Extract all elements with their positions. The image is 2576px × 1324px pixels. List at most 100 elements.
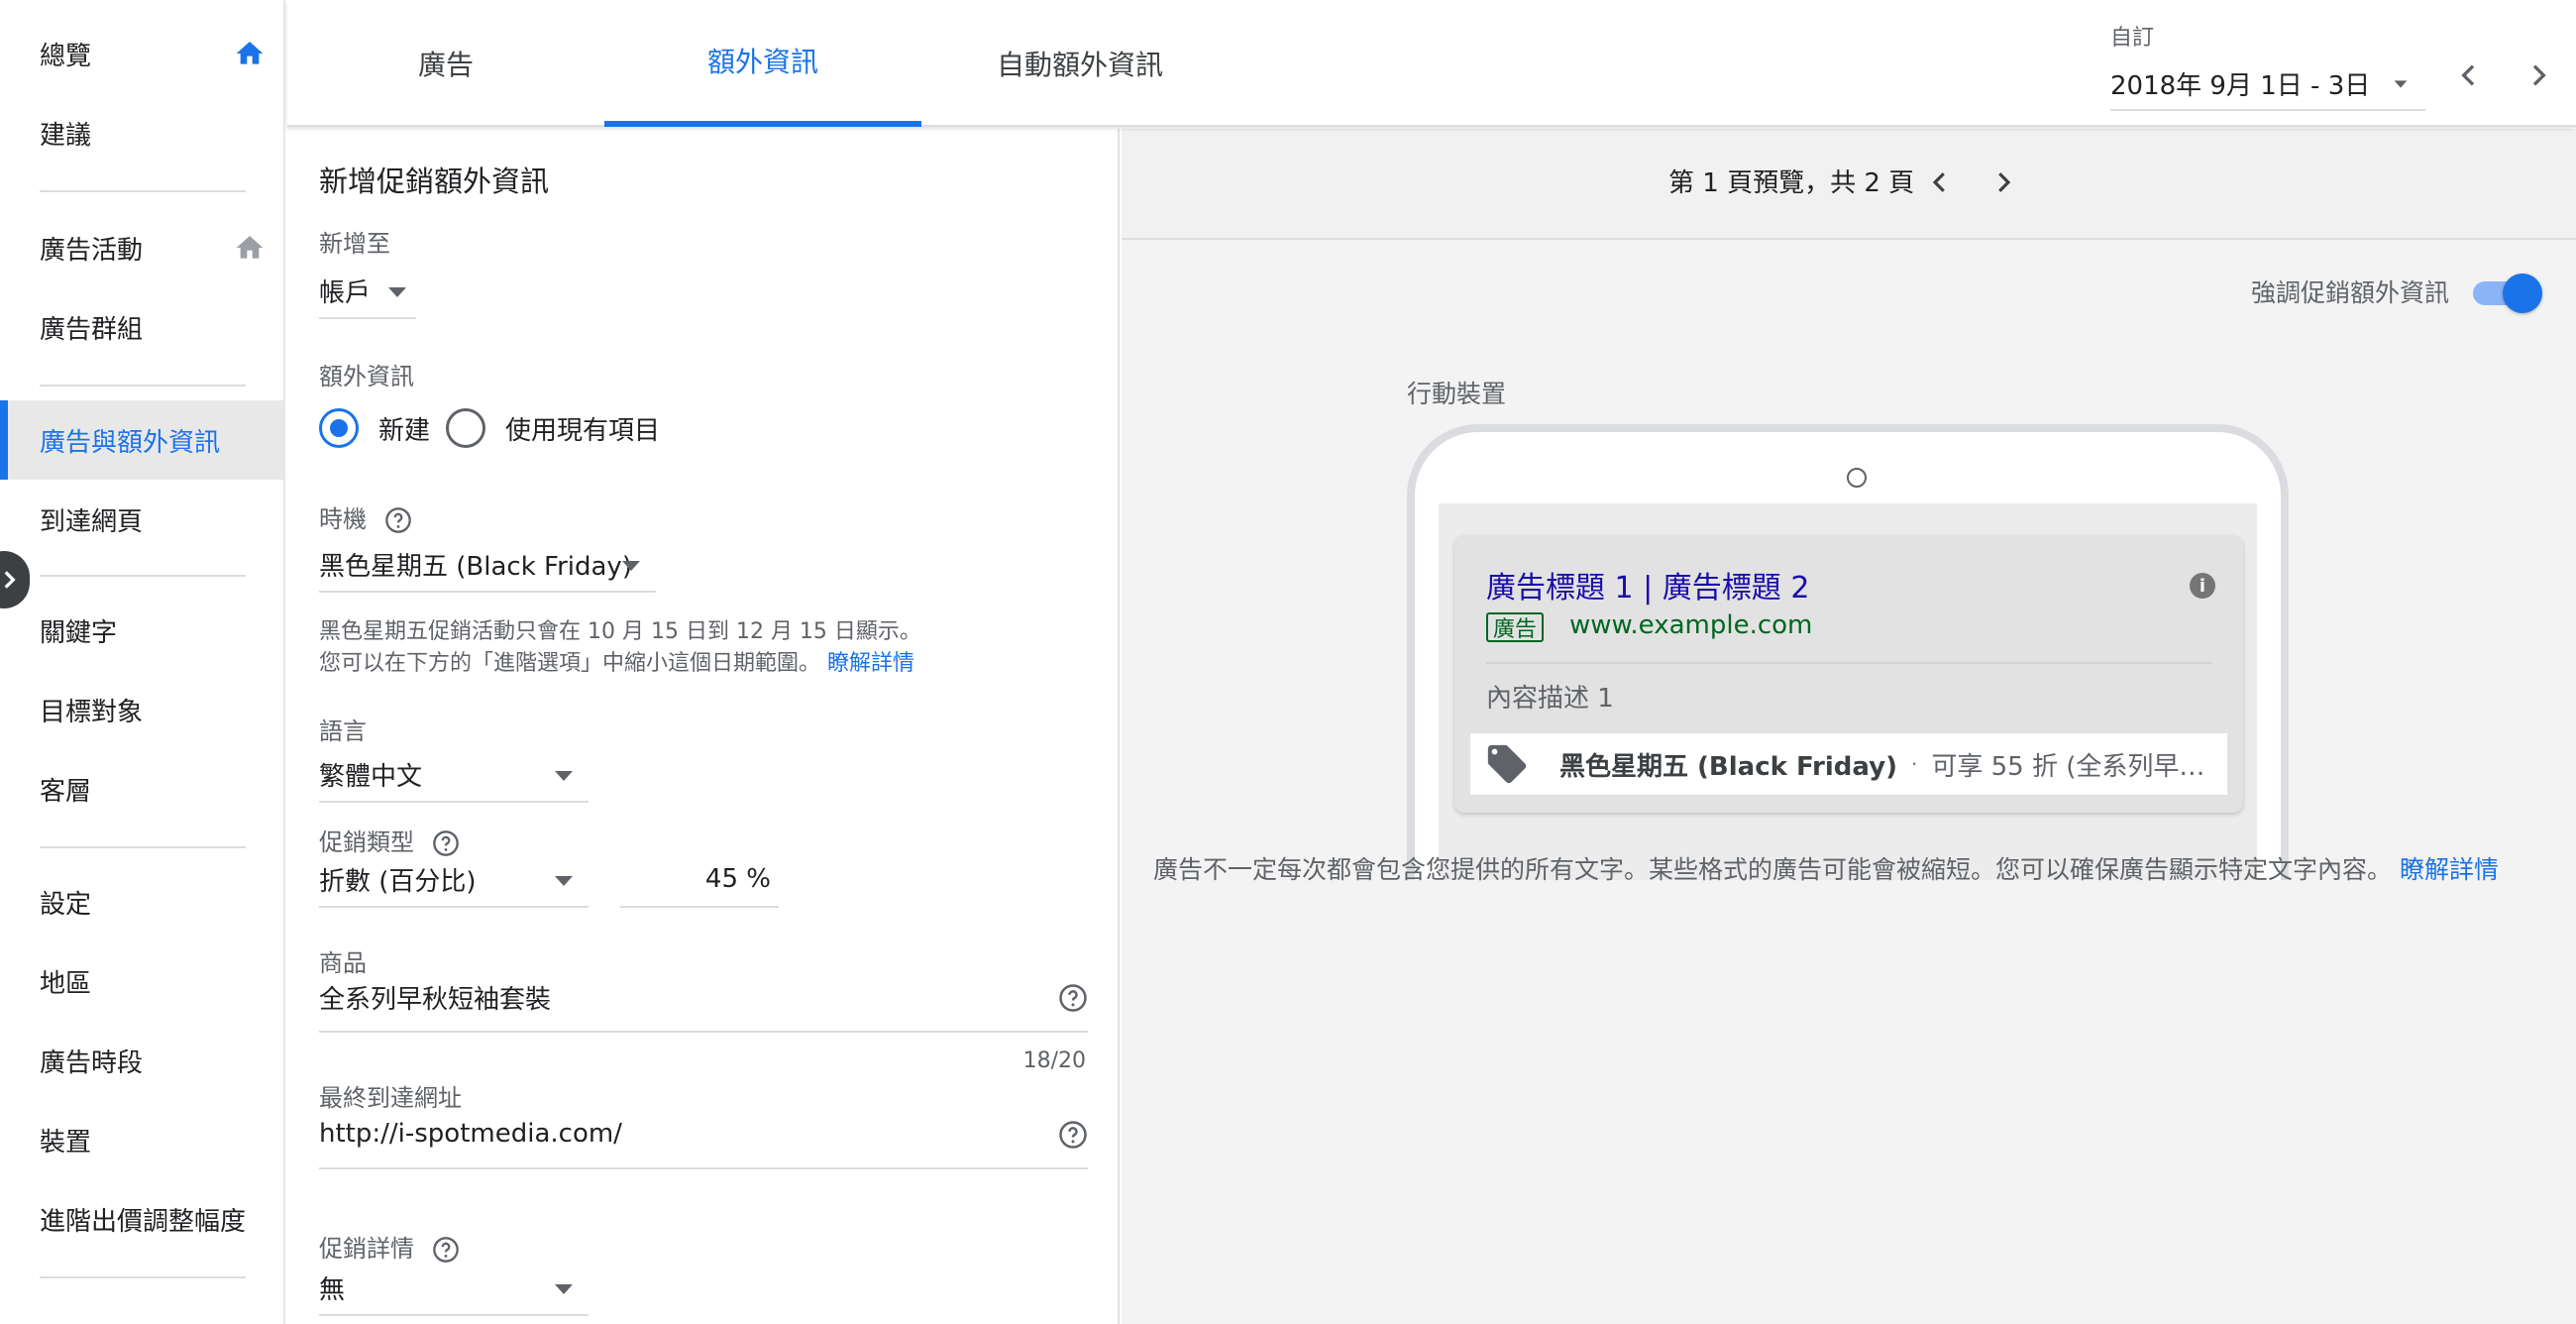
tab-automated-extensions[interactable]: 自動額外資訊 — [921, 0, 1238, 127]
preview-next-button[interactable] — [1986, 165, 2021, 200]
help-circle-icon[interactable] — [1058, 1120, 1088, 1150]
sidebar-item-ad-schedule[interactable]: 廣告時段 — [0, 1021, 283, 1100]
help-circle-icon[interactable] — [1058, 983, 1088, 1013]
item-input[interactable]: 全系列早秋短袖套裝 — [319, 963, 1088, 1033]
ad-description: 內容描述 1 — [1486, 684, 1614, 714]
caret-down-icon — [555, 771, 573, 781]
sidebar-divider — [40, 846, 246, 848]
sidebar-item-landing-pages[interactable]: 到達網頁 — [0, 480, 283, 559]
sidebar-divider — [40, 575, 246, 577]
discount-amount: 45 — [704, 864, 739, 894]
sidebar-item-label: 進階出價調整幅度 — [40, 1206, 247, 1237]
add-to-value: 帳戶 — [319, 277, 372, 308]
date-range-select[interactable]: 2018年 9月 1日 - 3日 — [2110, 57, 2425, 111]
sidebar-item-label: 客層 — [40, 776, 92, 807]
sidebar-item-label: 地區 — [40, 968, 92, 999]
discount-unit: % — [746, 864, 771, 894]
ad-promo-text: 可享 55 折 (全系列早… — [1931, 751, 2205, 782]
tab-extensions[interactable]: 額外資訊 — [604, 0, 921, 127]
occasion-hint: 黑色星期五促銷活動只會在 10 月 15 日到 12 月 15 日顯示。 您可以… — [319, 616, 921, 680]
promo-type-select[interactable]: 折數 (百分比) — [319, 852, 589, 908]
item-char-counter: 18/20 — [1022, 1048, 1086, 1073]
radio-use-existing[interactable] — [446, 408, 485, 448]
sidebar-divider — [40, 190, 246, 192]
info-icon[interactable]: i — [2190, 573, 2215, 599]
ad-divider — [1486, 662, 2211, 664]
language-select[interactable]: 繁體中文 — [319, 747, 589, 803]
date-next-button[interactable] — [2519, 55, 2558, 95]
chevron-left-icon — [1932, 172, 1945, 192]
sidebar-item-audiences[interactable]: 目標對象 — [0, 670, 283, 749]
date-prev-button[interactable] — [2449, 55, 2489, 95]
language-label: 語言 — [319, 717, 367, 745]
date-range-label: 自訂 — [2110, 26, 2155, 51]
ad-preview-card: 廣告標題 1 | 廣告標題 2 i 廣告 www.example.com 內容描… — [1454, 535, 2243, 813]
item-value: 全系列早秋短袖套裝 — [319, 984, 552, 1015]
caret-down-icon — [555, 1284, 573, 1294]
promo-details-value: 無 — [319, 1274, 346, 1305]
preview-header: 第 1 頁預覽，共 2 頁 — [1122, 129, 2576, 240]
tab-label: 自動額外資訊 — [996, 49, 1163, 81]
discount-percent-input[interactable]: 45 % — [620, 852, 779, 908]
sidebar-item-label: 廣告時段 — [40, 1048, 144, 1078]
sidebar-item-advanced-bid-adjustments[interactable]: 進階出價調整幅度 — [0, 1179, 283, 1259]
sidebar-item-overview[interactable]: 總覽 — [0, 14, 283, 93]
tab-label: 廣告 — [417, 49, 474, 81]
preview-pager-text: 第 1 頁預覽，共 2 頁 — [1668, 168, 1915, 198]
help-circle-icon[interactable] — [432, 1236, 460, 1264]
sidebar-item-recommendations[interactable]: 建議 — [0, 93, 283, 172]
home-icon — [236, 42, 264, 64]
sidebar-item-label: 裝置 — [40, 1127, 92, 1158]
sidebar-item-label: 設定 — [40, 889, 92, 920]
promo-type-value: 折數 (百分比) — [319, 866, 477, 897]
ad-promotion-row[interactable]: 黑色星期五 (Black Friday) · 可享 55 折 (全系列早… — [1470, 733, 2227, 795]
preview-prev-button[interactable] — [1922, 165, 1958, 200]
ad-badge: 廣告 — [1486, 612, 1545, 642]
radio-new[interactable] — [319, 408, 359, 448]
ad-preview-panel: 第 1 頁預覽，共 2 頁 強調促銷額外資訊 行動裝置 廣告標題 1 | 廣告標… — [1122, 129, 2576, 1324]
sidebar-item-label: 總覽 — [40, 41, 92, 71]
promotion-extension-form: 新增促銷額外資訊 新增至 帳戶 額外資訊 新建 使用現有項目 時機 黑色星期五 … — [287, 129, 1120, 1324]
occasion-label-text: 時機 — [319, 505, 367, 533]
sidebar-item-label: 建議 — [40, 120, 92, 151]
tab-label: 額外資訊 — [706, 46, 818, 78]
sidebar-item-label: 目標對象 — [40, 697, 144, 727]
caret-down-icon — [2394, 80, 2408, 88]
top-tab-bar: 廣告 額外資訊 自動額外資訊 自訂 2018年 9月 1日 - 3日 — [287, 0, 2576, 127]
tab-ads[interactable]: 廣告 — [287, 0, 604, 127]
sidebar-item-ad-groups[interactable]: 廣告群組 — [0, 287, 283, 367]
promo-details-select[interactable]: 無 — [319, 1261, 589, 1316]
sidebar-item-label: 關鍵字 — [40, 617, 118, 648]
radio-use-existing-label: 使用現有項目 — [505, 416, 661, 446]
occasion-value: 黑色星期五 (Black Friday) — [319, 551, 632, 582]
occasion-hint-line2: 您可以在下方的「進階選項」中縮小這個日期範圍。 — [319, 651, 821, 676]
phone-screen: 廣告標題 1 | 廣告標題 2 i 廣告 www.example.com 內容描… — [1439, 503, 2257, 880]
sidebar-item-locations[interactable]: 地區 — [0, 941, 283, 1021]
sidebar-nav: 總覽 建議 廣告活動 廣告群組 廣告與額外資訊 到達網頁 關鍵字 目標對象 客層… — [0, 0, 285, 1324]
sidebar-item-demographics[interactable]: 客層 — [0, 749, 283, 828]
add-to-select[interactable]: 帳戶 — [319, 264, 416, 319]
occasion-select[interactable]: 黑色星期五 (Black Friday) — [319, 537, 656, 593]
learn-more-link[interactable]: 瞭解詳情 — [827, 651, 914, 676]
sidebar-item-campaigns[interactable]: 廣告活動 — [0, 208, 283, 287]
sidebar-item-keywords[interactable]: 關鍵字 — [0, 591, 283, 670]
device-label: 行動裝置 — [1407, 380, 1507, 408]
chevron-right-icon — [1998, 172, 2011, 192]
sidebar-item-ads-extensions[interactable]: 廣告與額外資訊 — [0, 400, 283, 480]
sidebar-item-label: 廣告活動 — [40, 235, 144, 266]
disclaimer-learn-more-link[interactable]: 瞭解詳情 — [2400, 855, 2499, 884]
sidebar-divider — [40, 1276, 246, 1278]
help-circle-icon[interactable] — [384, 506, 412, 534]
form-title: 新增促銷額外資訊 — [319, 165, 550, 198]
occasion-hint-line1: 黑色星期五促銷活動只會在 10 月 15 日到 12 月 15 日顯示。 — [319, 619, 921, 644]
ad-headline[interactable]: 廣告標題 1 | 廣告標題 2 — [1486, 563, 1809, 607]
sidebar-item-settings[interactable]: 設定 — [0, 862, 283, 941]
sidebar-item-devices[interactable]: 裝置 — [0, 1100, 283, 1179]
highlight-promotion-label: 強調促銷額外資訊 — [2251, 278, 2450, 307]
highlight-promotion-toggle[interactable] — [2473, 272, 2542, 313]
add-to-label: 新增至 — [319, 230, 390, 258]
final-url-input[interactable]: http://i-spotmedia.com/ — [319, 1100, 1088, 1169]
preview-disclaimer: 廣告不一定每次都會包含您提供的所有文字。某些格式的廣告可能會被縮短。您可以確保廣… — [1153, 854, 2550, 886]
extension-label: 額外資訊 — [319, 363, 414, 390]
camera-icon — [1847, 468, 1867, 488]
